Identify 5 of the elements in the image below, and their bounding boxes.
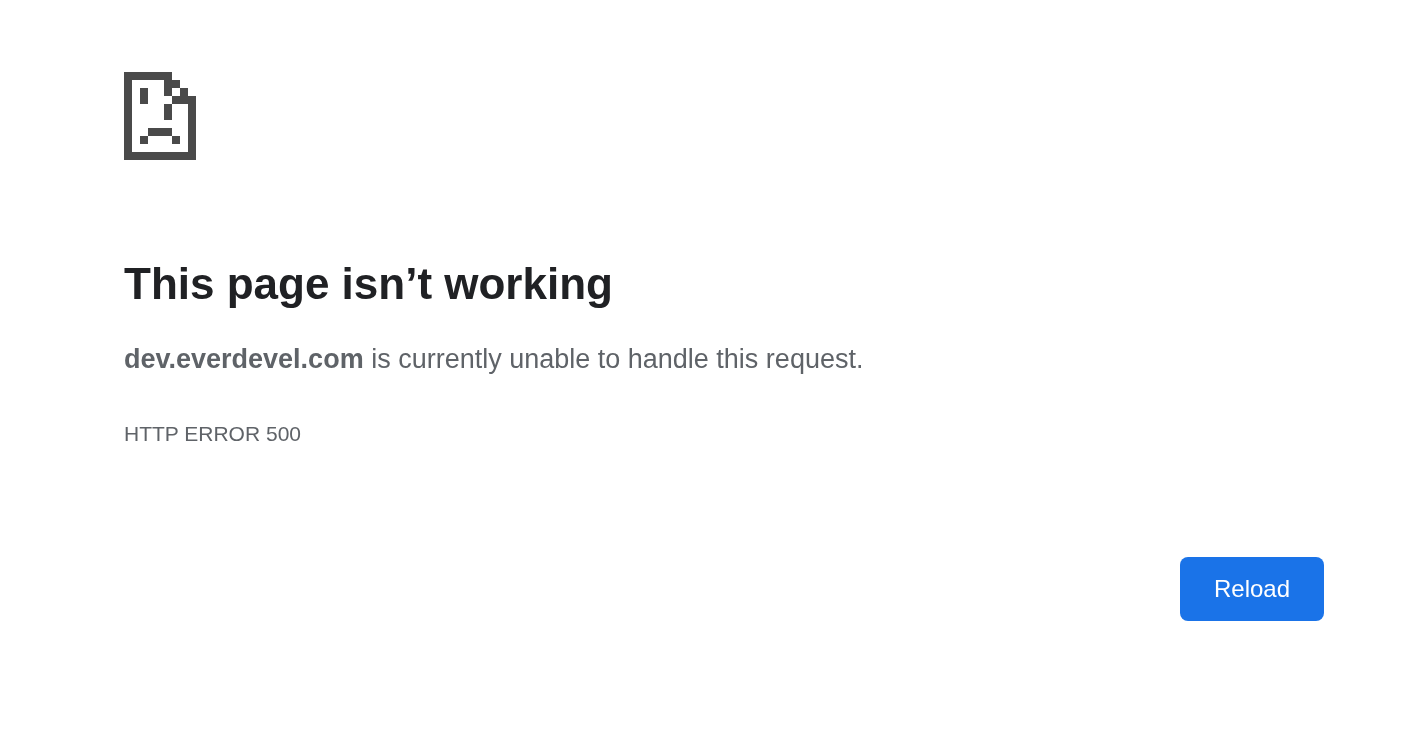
error-code: HTTP ERROR 500: [124, 420, 302, 447]
error-message: dev.everdevel.com is currently unable to handle this request.: [124, 343, 865, 376]
reload-button[interactable]: Reload: [1180, 557, 1324, 621]
error-heading: This page isn’t working: [124, 258, 614, 310]
sad-page-icon: [124, 72, 196, 160]
